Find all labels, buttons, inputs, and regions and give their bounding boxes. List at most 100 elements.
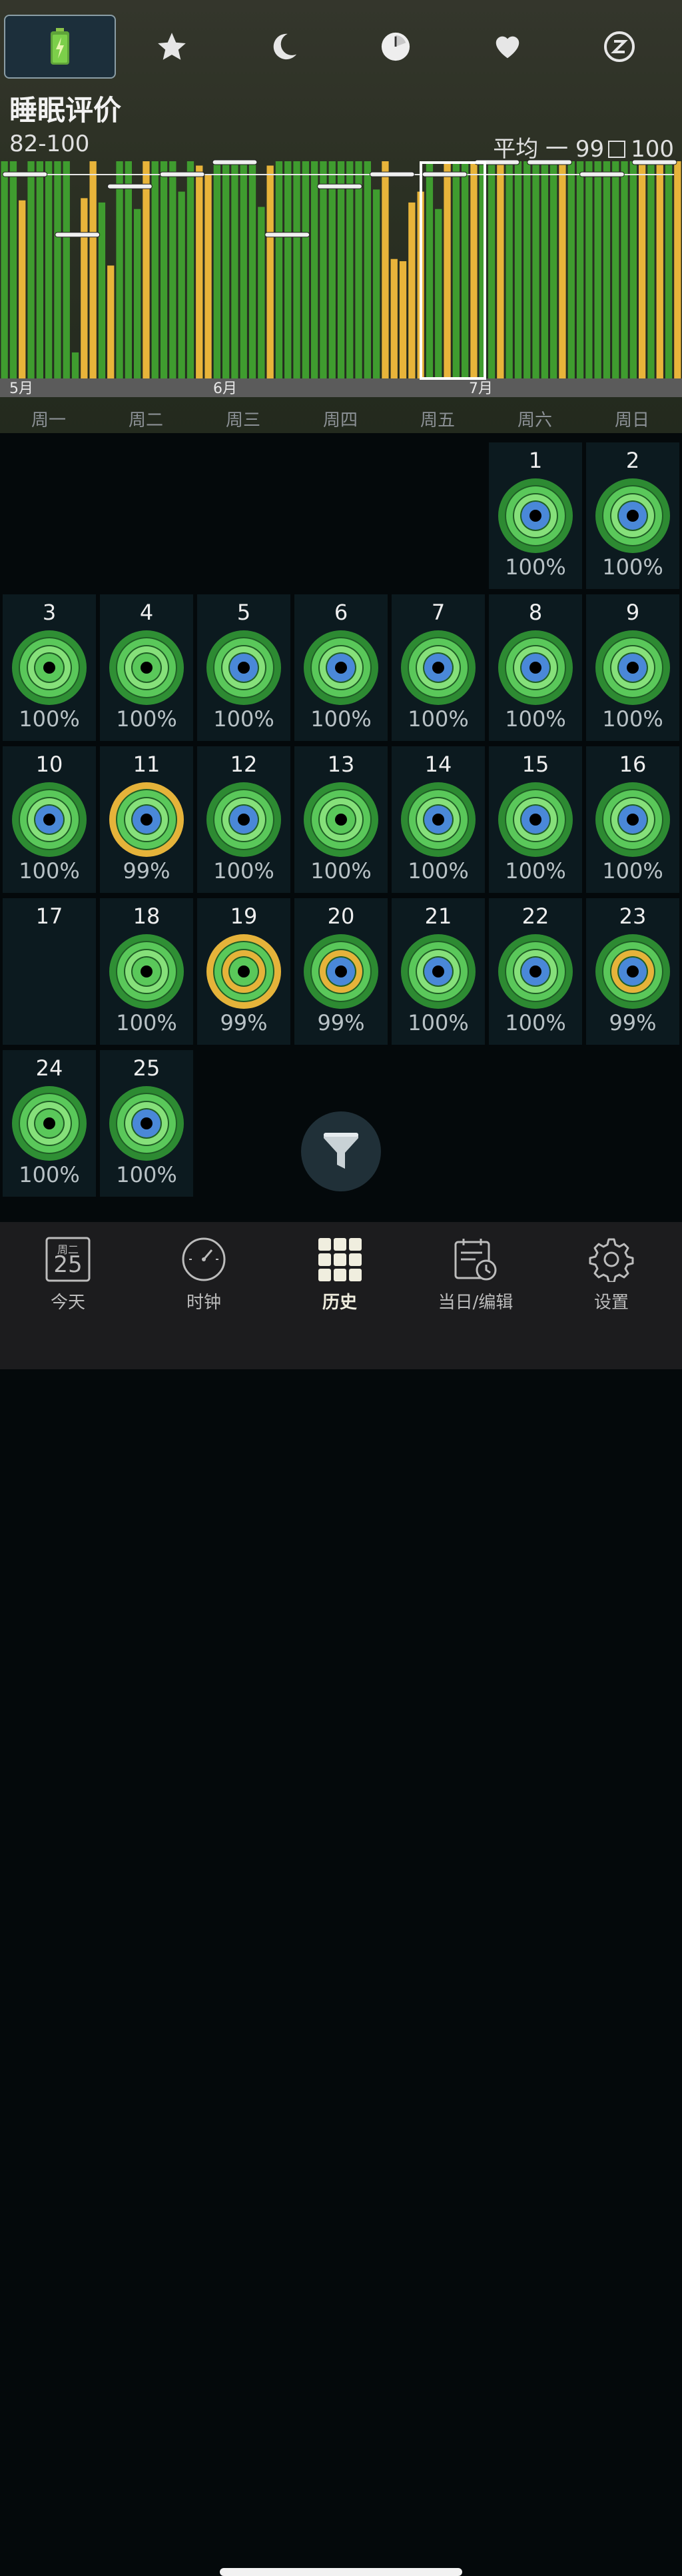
chart-bar[interactable] <box>541 161 548 378</box>
chart-bar[interactable] <box>81 198 88 378</box>
day-cell[interactable]: 14 100% <box>392 746 485 893</box>
tab-day-edit[interactable]: 当日/编辑 <box>408 1229 543 1315</box>
chart-bar[interactable] <box>248 161 256 378</box>
chart-bar[interactable] <box>497 161 504 378</box>
day-cell[interactable]: 4 100% <box>100 594 193 741</box>
chart-bar[interactable] <box>143 161 150 378</box>
chart-bar[interactable] <box>1 161 8 378</box>
chart-bar[interactable] <box>426 161 434 378</box>
day-cell[interactable]: 24 100% <box>3 1050 96 1197</box>
chart-bar[interactable] <box>639 161 646 378</box>
chart-bar[interactable] <box>665 161 673 378</box>
chart-bar[interactable] <box>293 161 300 378</box>
chart-bar[interactable] <box>186 161 194 378</box>
chart-bar[interactable] <box>284 161 292 378</box>
day-cell[interactable]: 10 100% <box>3 746 96 893</box>
day-cell[interactable]: 5 100% <box>197 594 290 741</box>
chart-bar[interactable] <box>346 161 354 378</box>
chart-bar[interactable] <box>107 265 115 379</box>
tab-clock[interactable] <box>340 15 452 79</box>
chart-bar[interactable] <box>125 161 132 378</box>
chart-bar[interactable] <box>54 161 61 378</box>
chart-bar[interactable] <box>629 161 637 378</box>
chart-bar[interactable] <box>470 161 478 378</box>
chart-bar[interactable] <box>311 161 318 378</box>
chart-bar[interactable] <box>27 161 35 378</box>
day-cell[interactable]: 3 100% <box>3 594 96 741</box>
chart-bar[interactable] <box>160 161 168 378</box>
tab-heart[interactable] <box>452 15 563 79</box>
chart-bar[interactable] <box>382 161 389 378</box>
day-cell[interactable]: 19 99% <box>197 898 290 1045</box>
chart-bar[interactable] <box>559 161 566 378</box>
chart-bar[interactable] <box>656 161 663 378</box>
tab-today[interactable]: 周二 25 今天 <box>0 1229 136 1315</box>
chart-bar[interactable] <box>647 161 655 378</box>
chart-bar[interactable] <box>603 161 611 378</box>
day-cell[interactable]: 9 100% <box>586 594 679 741</box>
chart-bar[interactable] <box>567 161 575 378</box>
day-cell[interactable]: 17 <box>3 898 96 1045</box>
chart-bar[interactable] <box>373 189 380 378</box>
chart-bar[interactable] <box>328 161 336 378</box>
day-cell[interactable]: 25 100% <box>100 1050 193 1197</box>
chart-bar[interactable] <box>169 161 176 378</box>
day-cell[interactable]: 15 100% <box>489 746 582 893</box>
chart-bar[interactable] <box>523 161 531 378</box>
tab-battery[interactable] <box>4 15 116 79</box>
day-cell[interactable]: 12 100% <box>197 746 290 893</box>
chart-bar[interactable] <box>444 161 451 378</box>
chart-bar[interactable] <box>337 161 345 378</box>
day-cell[interactable]: 1 100% <box>489 442 582 589</box>
tab-star[interactable] <box>116 15 228 79</box>
chart-bar[interactable] <box>116 161 123 378</box>
chart-bar[interactable] <box>240 161 247 378</box>
chart-bar[interactable] <box>355 161 362 378</box>
chart-bar[interactable] <box>585 161 593 378</box>
chart-bar[interactable] <box>178 191 185 378</box>
chart-bar[interactable] <box>399 261 407 378</box>
chart-bar[interactable] <box>364 161 371 378</box>
day-cell[interactable]: 6 100% <box>294 594 388 741</box>
day-cell[interactable]: 23 99% <box>586 898 679 1045</box>
chart-bar[interactable] <box>266 165 274 379</box>
day-cell[interactable]: 16 100% <box>586 746 679 893</box>
chart-bar[interactable] <box>71 352 79 378</box>
day-cell[interactable]: 18 100% <box>100 898 193 1045</box>
tab-history[interactable]: 历史 <box>272 1229 408 1315</box>
chart-bar[interactable] <box>674 161 681 378</box>
chart-bar[interactable] <box>134 209 141 378</box>
chart-bar[interactable] <box>204 174 212 378</box>
chart-bar[interactable] <box>576 161 584 378</box>
chart-bar[interactable] <box>488 161 496 378</box>
day-cell[interactable]: 22 100% <box>489 898 582 1045</box>
chart-bar[interactable] <box>275 161 283 378</box>
chart-bar[interactable] <box>89 161 97 378</box>
day-cell[interactable]: 11 99% <box>100 746 193 893</box>
chart-bar[interactable] <box>302 161 309 378</box>
chart-bar[interactable] <box>514 161 522 378</box>
chart-bar[interactable] <box>435 209 442 378</box>
sleep-score-chart[interactable]: 5月 6月 7月 <box>0 157 682 397</box>
day-cell[interactable]: 8 100% <box>489 594 582 741</box>
day-cell[interactable]: 21 100% <box>392 898 485 1045</box>
chart-bar[interactable] <box>98 202 106 378</box>
filter-button[interactable] <box>301 1111 381 1191</box>
chart-bar[interactable] <box>9 161 17 378</box>
chart-bar[interactable] <box>19 200 26 378</box>
chart-bar[interactable] <box>231 161 238 378</box>
day-cell[interactable]: 7 100% <box>392 594 485 741</box>
chart-bar[interactable] <box>196 165 203 379</box>
day-cell[interactable]: 13 100% <box>294 746 388 893</box>
chart-bar[interactable] <box>452 161 460 378</box>
day-cell[interactable]: 2 100% <box>586 442 679 589</box>
day-cell[interactable]: 20 99% <box>294 898 388 1045</box>
chart-bar[interactable] <box>612 161 619 378</box>
tab-settings[interactable]: 设置 <box>543 1229 679 1315</box>
chart-bar[interactable] <box>213 161 220 378</box>
chart-bar[interactable] <box>151 161 159 378</box>
chart-bar[interactable] <box>550 161 557 378</box>
chart-bar[interactable] <box>506 161 513 378</box>
chart-bar[interactable] <box>621 161 628 378</box>
tab-moon[interactable] <box>228 15 340 79</box>
